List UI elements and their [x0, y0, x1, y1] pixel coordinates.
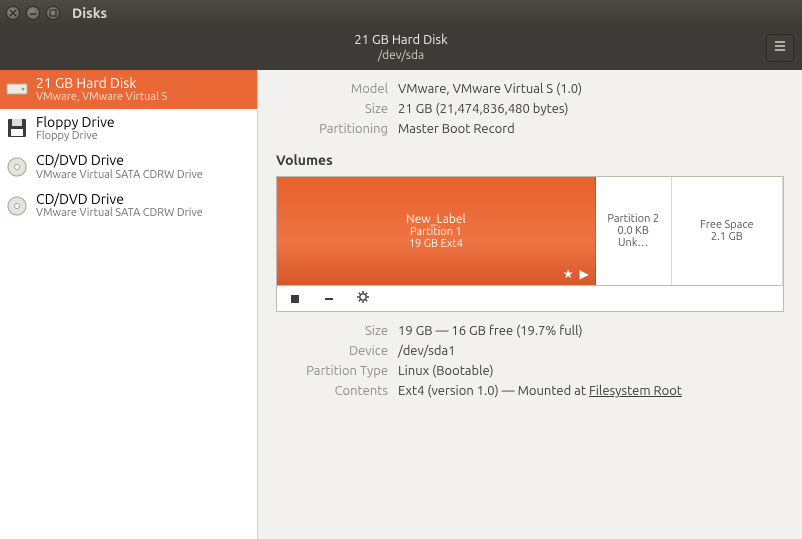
label-model: Model	[258, 82, 388, 96]
partition-details: Size 19 GB — 16 GB free (19.7% full) Dev…	[258, 322, 784, 408]
sidebar-item-sub: VMware Virtual SATA CDRW Drive	[36, 207, 203, 220]
close-button[interactable]	[6, 6, 20, 20]
device-sidebar: 21 GB Hard Disk VMware, VMware Virtual S…	[0, 70, 258, 539]
volume-toolbar	[277, 285, 783, 311]
contents-text: Ext4 (version 1.0) — Mounted at	[398, 384, 589, 398]
vol-label: New_Label	[406, 213, 465, 226]
sidebar-item-title: CD/DVD Drive	[36, 191, 203, 207]
vol-size-fs: 19 GB Ext4	[409, 238, 463, 250]
value-contents: Ext4 (version 1.0) — Mounted at Filesyst…	[398, 384, 784, 398]
window-titlebar: Disks	[0, 0, 802, 26]
header-disk-name: 21 GB Hard Disk	[0, 33, 802, 49]
sidebar-item-hdd[interactable]: 21 GB Hard Disk VMware, VMware Virtual S	[0, 70, 257, 109]
value-ptype: Linux (Bootable)	[398, 364, 784, 378]
value-device: /dev/sda1	[398, 344, 784, 358]
window-controls	[6, 6, 60, 20]
label-ptype: Partition Type	[258, 364, 388, 378]
maximize-button[interactable]	[46, 6, 60, 20]
sidebar-item-sub: VMware, VMware Virtual S	[36, 91, 167, 104]
disc-icon	[6, 195, 28, 217]
header-title: 21 GB Hard Disk /dev/sda	[0, 33, 802, 63]
value-model: VMware, VMware Virtual S (1.0)	[398, 82, 784, 96]
hdd-icon	[6, 78, 28, 100]
volumes-box: New_Label Partition 1 19 GB Ext4 ★ ▶ Par…	[276, 176, 784, 312]
vol-label: Partition 2	[607, 213, 659, 225]
sidebar-item-title: CD/DVD Drive	[36, 152, 203, 168]
gear-icon	[356, 290, 370, 308]
volume-partition-2[interactable]: Partition 2 0.0 KB Unk…	[596, 177, 672, 285]
hamburger-icon	[773, 39, 787, 57]
label-partitioning: Partitioning	[258, 122, 388, 136]
vol-size: 0.0 KB Unk…	[602, 225, 665, 249]
sidebar-item-sub: VMware Virtual SATA CDRW Drive	[36, 169, 203, 182]
more-actions-button[interactable]	[355, 291, 371, 307]
minimize-button[interactable]	[26, 6, 40, 20]
floppy-icon	[6, 117, 28, 139]
header-bar: 21 GB Hard Disk /dev/sda	[0, 26, 802, 70]
window-title: Disks	[72, 5, 107, 21]
sidebar-item-title: Floppy Drive	[36, 114, 115, 130]
sidebar-item-title: 21 GB Hard Disk	[36, 75, 167, 91]
volume-free-space[interactable]: Free Space 2.1 GB	[672, 177, 783, 285]
play-icon: ▶	[580, 267, 589, 281]
vol-size: 2.1 GB	[711, 231, 743, 243]
sidebar-item-floppy[interactable]: Floppy Drive Floppy Drive	[0, 109, 257, 148]
sidebar-item-cd-2[interactable]: CD/DVD Drive VMware Virtual SATA CDRW Dr…	[0, 186, 257, 225]
label-contents: Contents	[258, 384, 388, 398]
menu-button[interactable]	[766, 34, 794, 62]
sidebar-item-cd-1[interactable]: CD/DVD Drive VMware Virtual SATA CDRW Dr…	[0, 147, 257, 186]
sidebar-item-sub: Floppy Drive	[36, 130, 115, 143]
disc-icon	[6, 156, 28, 178]
unmount-button[interactable]	[287, 291, 303, 307]
star-icon: ★	[563, 267, 574, 281]
value-size: 21 GB (21,474,836,480 bytes)	[398, 102, 784, 116]
volume-partition-1[interactable]: New_Label Partition 1 19 GB Ext4 ★ ▶	[277, 177, 596, 285]
label-device: Device	[258, 344, 388, 358]
delete-button[interactable]	[321, 291, 337, 307]
volumes-row: New_Label Partition 1 19 GB Ext4 ★ ▶ Par…	[277, 177, 783, 285]
vol-label: Free Space	[700, 219, 753, 231]
label-psize: Size	[258, 324, 388, 338]
vol-partition: Partition 1	[410, 226, 462, 238]
disk-info: Model VMware, VMware Virtual S (1.0) Siz…	[258, 80, 784, 146]
mount-point-link[interactable]: Filesystem Root	[589, 384, 682, 398]
value-partitioning: Master Boot Record	[398, 122, 784, 136]
volumes-heading: Volumes	[276, 152, 784, 168]
main-pane: Model VMware, VMware Virtual S (1.0) Siz…	[258, 70, 802, 539]
label-size: Size	[258, 102, 388, 116]
header-disk-path: /dev/sda	[0, 49, 802, 63]
value-psize: 19 GB — 16 GB free (19.7% full)	[398, 324, 784, 338]
